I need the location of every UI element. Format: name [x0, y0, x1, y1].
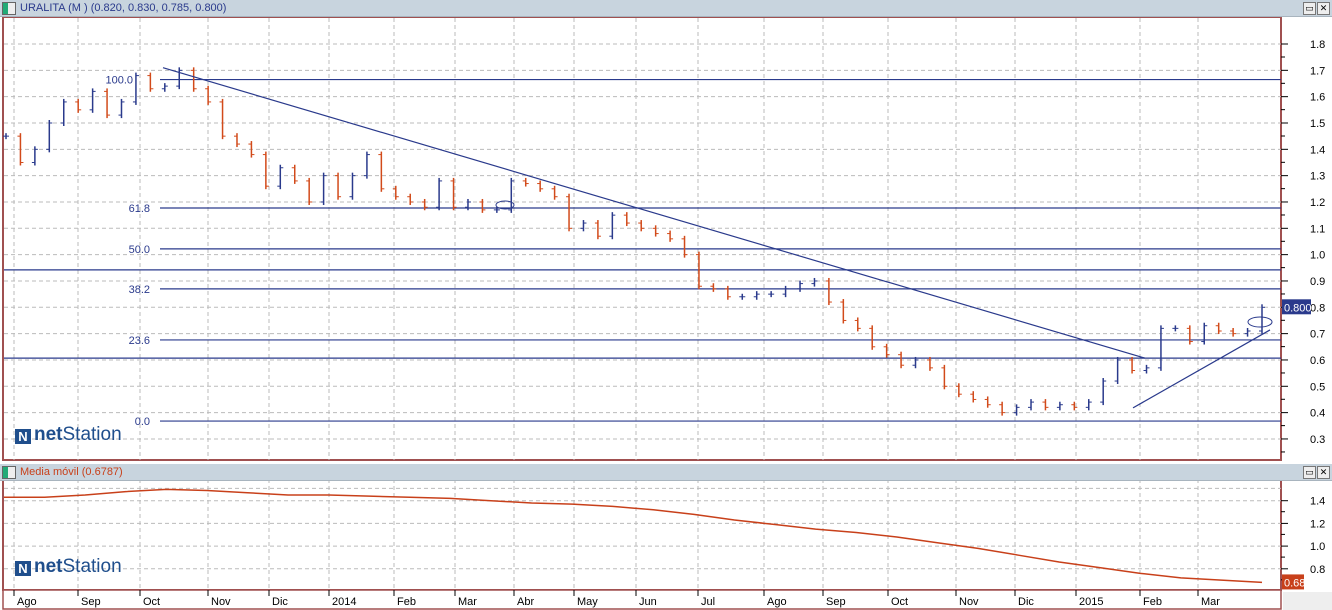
y-tick-label: 1.6 — [1310, 92, 1325, 104]
y-tick-label: 1.4 — [1310, 144, 1325, 156]
x-tick-label: Sep — [826, 596, 846, 608]
y-tick-label: 0.4 — [1310, 408, 1325, 420]
y-tick-label: 1.8 — [1310, 39, 1325, 51]
y-tick-label: 0.8 — [1310, 564, 1325, 576]
main-panel-header: URALITA (M ) (0.820, 0.830, 0.785, 0.800… — [0, 0, 1332, 17]
y-tick-label: 1.1 — [1310, 223, 1325, 235]
x-tick-label: Mar — [458, 596, 477, 608]
x-tick-label: Oct — [891, 596, 908, 608]
fibonacci-label: 50.0 — [129, 244, 150, 256]
y-tick-label: 0.3 — [1310, 434, 1325, 446]
x-tick-label: 2015 — [1079, 596, 1103, 608]
maximize-button[interactable]: ▭ — [1303, 466, 1316, 479]
x-tick-label: Dic — [272, 596, 288, 608]
x-tick-label: Oct — [143, 596, 160, 608]
y-tick-label: 1.7 — [1310, 65, 1325, 77]
lower-plot-frame — [2, 477, 1282, 591]
lower-panel-title: Media móvil (0.6787) — [20, 466, 123, 478]
fibonacci-label: 100.0 — [105, 75, 133, 87]
y-tick-label: 1.0 — [1310, 250, 1325, 262]
x-tick-label: Ago — [767, 596, 787, 608]
panel-icon — [2, 2, 16, 15]
x-tick-label: Dic — [1018, 596, 1034, 608]
x-tick-label: Abr — [517, 596, 534, 608]
y-tick-label: 1.2 — [1310, 518, 1325, 530]
x-tick-label: Feb — [397, 596, 416, 608]
corner-area — [1283, 592, 1332, 610]
lower-panel-header: Media móvil (0.6787) ▭ ✕ — [0, 464, 1332, 481]
x-tick-label: Mar — [1201, 596, 1220, 608]
x-tick-label: Sep — [81, 596, 101, 608]
close-button[interactable]: ✕ — [1317, 2, 1330, 15]
x-tick-label: 2014 — [332, 596, 356, 608]
netstation-logo: NnetStation — [15, 556, 122, 578]
close-button[interactable]: ✕ — [1317, 466, 1330, 479]
x-tick-label: Ago — [17, 596, 37, 608]
maximize-button[interactable]: ▭ — [1303, 2, 1316, 15]
y-tick-label: 0.8 — [1310, 302, 1325, 314]
main-plot-frame — [2, 16, 1282, 461]
y-tick-label: 0.5 — [1310, 381, 1325, 393]
y-tick-label: 1.2 — [1310, 197, 1325, 209]
fibonacci-label: 0.0 — [135, 416, 150, 428]
netstation-logo: NnetStation — [15, 424, 122, 446]
fibonacci-label: 38.2 — [129, 284, 150, 296]
x-tick-label: Jul — [701, 596, 715, 608]
chart-canvas: 1.8 1.7 1.6 1.5 1.4 1.3 1.2 1.1 1.0 0.9 0.8 0.7 0.6 0… — [2, 16, 1332, 610]
main-panel-title: URALITA (M ) (0.820, 0.830, 0.785, 0.800… — [20, 2, 227, 14]
y-tick-label: 1.0 — [1310, 541, 1325, 553]
y-tick-label: 1.4 — [1310, 496, 1325, 508]
fibonacci-label: 61.8 — [129, 203, 150, 215]
panel-icon — [2, 466, 16, 479]
y-tick-label: 1.3 — [1310, 171, 1325, 183]
last-value-label: 0.800 — [1284, 302, 1312, 314]
y-tick-label: 0.7 — [1310, 329, 1325, 341]
x-tick-label: May — [577, 596, 598, 608]
x-tick-label: Jun — [639, 596, 657, 608]
last-value-label: 0.68 — [1284, 577, 1305, 589]
y-tick-label: 0.9 — [1310, 276, 1325, 288]
y-tick-label: 1.5 — [1310, 118, 1325, 130]
y-tick-label: 0.6 — [1310, 355, 1325, 367]
x-tick-label: Nov — [959, 596, 979, 608]
x-tick-label: Nov — [211, 596, 231, 608]
fibonacci-label: 23.6 — [129, 335, 150, 347]
x-tick-label: Feb — [1143, 596, 1162, 608]
